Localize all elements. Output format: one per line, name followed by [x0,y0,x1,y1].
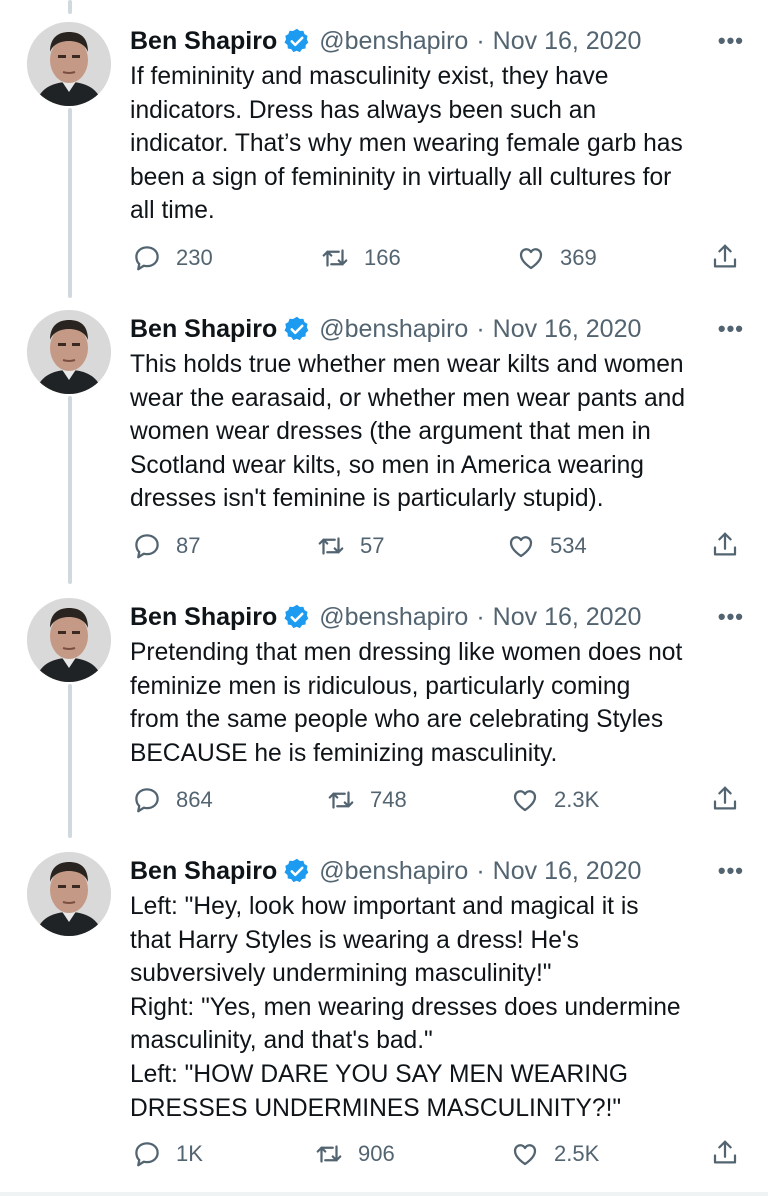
more-options-icon[interactable]: ••• [718,24,744,58]
verified-badge-icon [284,604,309,629]
more-options-icon[interactable]: ••• [718,854,744,888]
reply-count: 230 [176,245,213,270]
reply-icon [135,246,159,271]
avatar-image [27,852,111,936]
retweet-count: 906 [358,1141,395,1166]
tweet-actions: 864 748 2.3K [0,782,768,818]
heart-icon [513,790,537,812]
heart-icon [509,536,533,558]
heart-icon [519,248,543,270]
like-button[interactable]: 2.5K [510,1136,599,1172]
verified-badge-icon [284,316,309,341]
separator: · [476,315,485,343]
retweet-icon [322,249,348,267]
tweet-actions: 87 57 534 [0,528,768,564]
more-options-icon[interactable]: ••• [718,312,744,346]
separator: · [476,603,485,631]
avatar[interactable] [27,852,111,936]
author-name[interactable]: Ben Shapiro [130,24,277,58]
retweet-icon [318,537,344,555]
tweet-text: Pretending that men dressing like women … [130,639,683,767]
reply-count: 87 [176,533,201,558]
share-icon[interactable] [710,242,740,272]
tweet-text: If femininity and masculinity exist, the… [130,63,683,225]
retweet-icon [328,791,354,809]
avatar-image [27,310,111,394]
tweet-date[interactable]: Nov 16, 2020 [493,312,642,346]
heart-icon [513,1144,537,1166]
author-handle[interactable]: @benshapiro [319,312,468,346]
tweet-date[interactable]: Nov 16, 2020 [493,600,642,634]
tweet[interactable]: Ben Shapiro @benshapiro · Nov 16, 2020 •… [0,852,768,1196]
retweet-icon [316,1145,342,1163]
author-handle[interactable]: @benshapiro [319,854,468,888]
like-count: 369 [560,245,597,270]
like-count: 534 [550,533,587,558]
reply-icon [135,1142,159,1167]
tweet[interactable]: Ben Shapiro @benshapiro · Nov 16, 2020 •… [0,310,768,578]
separator: · [476,857,485,885]
reply-count: 1K [176,1141,203,1166]
retweet-button[interactable]: 166 [320,240,401,276]
reply-button[interactable]: 87 [132,528,200,564]
reply-icon [135,788,159,813]
author-handle[interactable]: @benshapiro [319,600,468,634]
author-handle[interactable]: @benshapiro [319,24,468,58]
like-count: 2.3K [554,787,600,812]
verified-badge-icon [284,28,309,53]
tweet-text: This holds true whether men wear kilts a… [130,351,686,513]
like-button[interactable]: 2.3K [510,782,599,818]
tweet-date[interactable]: Nov 16, 2020 [493,854,642,888]
avatar-image [27,22,111,106]
avatar[interactable] [27,598,111,682]
tweet-text: Left: "Hey, look how important and magic… [130,893,681,1122]
avatar-image [27,598,111,682]
like-button[interactable]: 534 [506,528,587,564]
divider [0,1192,768,1196]
retweet-count: 166 [364,245,401,270]
reply-icon [135,534,159,559]
retweet-count: 57 [360,533,385,558]
retweet-button[interactable]: 748 [326,782,407,818]
reply-count: 864 [176,787,213,812]
tweet[interactable]: Ben Shapiro @benshapiro · Nov 16, 2020 •… [0,22,768,290]
author-name[interactable]: Ben Shapiro [130,312,277,346]
tweet-actions: 1K 906 2.5K [0,1136,768,1172]
reply-button[interactable]: 230 [132,240,213,276]
avatar[interactable] [27,310,111,394]
retweet-button[interactable]: 57 [316,528,384,564]
separator: · [476,27,485,55]
more-options-icon[interactable]: ••• [718,600,744,634]
tweet-actions: 230 166 369 [0,240,768,276]
reply-button[interactable]: 1K [132,1136,203,1172]
share-icon[interactable] [710,784,740,814]
verified-badge-icon [284,858,309,883]
author-name[interactable]: Ben Shapiro [130,854,277,888]
reply-button[interactable]: 864 [132,782,213,818]
share-icon[interactable] [710,530,740,560]
share-icon[interactable] [710,1138,740,1168]
like-button[interactable]: 369 [516,240,597,276]
like-count: 2.5K [554,1141,600,1166]
tweet-date[interactable]: Nov 16, 2020 [493,24,642,58]
author-name[interactable]: Ben Shapiro [130,600,277,634]
retweet-button[interactable]: 906 [314,1136,395,1172]
avatar[interactable] [27,22,111,106]
tweet[interactable]: Ben Shapiro @benshapiro · Nov 16, 2020 •… [0,598,768,832]
thread-line-top [68,0,72,14]
retweet-count: 748 [370,787,407,812]
